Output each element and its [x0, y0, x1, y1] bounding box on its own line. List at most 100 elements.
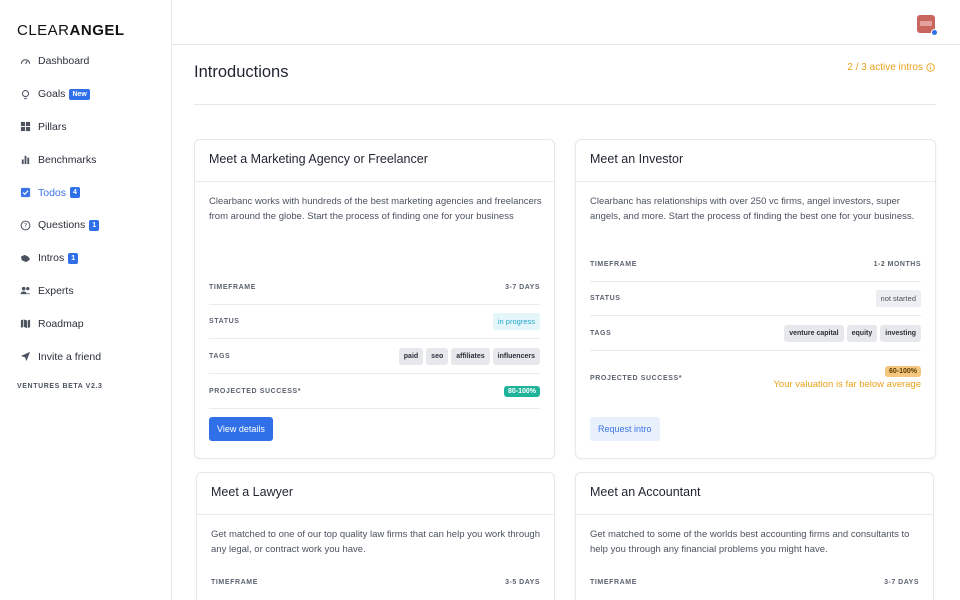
timeframe-value: 3-7 DAYS — [505, 284, 540, 291]
sidebar-item-dashboard[interactable]: Dashboard — [0, 45, 171, 78]
info-icon — [926, 63, 935, 72]
status-row: STATUS in progress — [209, 305, 540, 339]
sidebar-item-label: Invite a friend — [38, 350, 102, 363]
card-title: Meet an Accountant — [590, 485, 701, 499]
grid-icon — [20, 121, 31, 132]
tags-label: TAGS — [590, 330, 612, 337]
svg-text:?: ? — [24, 222, 27, 230]
tag: paid — [398, 348, 424, 365]
timeframe-row: TIMEFRAME 3-7 DAYS — [590, 565, 919, 599]
checkbox-icon — [20, 187, 31, 198]
tag-list: venture capital equity investing — [784, 325, 921, 342]
sidebar-item-intros[interactable]: Intros 1 — [0, 242, 171, 275]
request-intro-button[interactable]: Request intro — [590, 417, 660, 441]
sidebar-item-roadmap[interactable]: Roadmap — [0, 307, 171, 340]
sidebar-item-pillars[interactable]: Pillars — [0, 111, 171, 144]
sidebar-item-invite[interactable]: Invite a friend — [0, 340, 171, 373]
sidebar-item-benchmarks[interactable]: Benchmarks — [0, 143, 171, 176]
sidebar-item-todos[interactable]: Todos 4 — [0, 176, 171, 209]
divider — [194, 104, 936, 105]
intro-card-marketing: Meet a Marketing Agency or Freelancer Cl… — [194, 139, 555, 459]
tag: investing — [880, 325, 921, 342]
timeframe-value: 1-2 MONTHS — [873, 261, 921, 268]
sidebar-item-goals[interactable]: Goals New — [0, 78, 171, 111]
active-intros-text: 2 / 3 active intros — [847, 62, 923, 73]
projected-label: PROJECTED SUCCESS* — [590, 374, 683, 382]
card-title: Meet an Investor — [590, 152, 684, 166]
status-label: STATUS — [209, 318, 240, 325]
timeframe-row: TIMEFRAME 1-2 MONTHS — [590, 248, 921, 282]
sidebar-item-label: Experts — [38, 284, 74, 297]
timeframe-row: TIMEFRAME 3-7 DAYS — [209, 271, 540, 305]
bar-chart-icon — [20, 154, 31, 165]
send-icon — [20, 351, 31, 362]
tag: seo — [426, 348, 449, 365]
intro-card-accountant: Meet an Accountant Get matched to some o… — [575, 472, 934, 600]
sidebar-item-experts[interactable]: Experts — [0, 275, 171, 308]
sidebar-item-label: Pillars — [38, 120, 67, 133]
timeframe-label: TIMEFRAME — [209, 284, 257, 291]
card-description: Get matched to some of the worlds best a… — [590, 529, 910, 555]
intro-card-lawyer: Meet a Lawyer Get matched to one of our … — [196, 472, 555, 600]
brand-bold: ANGEL — [69, 22, 125, 39]
status-badge: not started — [875, 290, 921, 307]
tag: venture capital — [784, 325, 844, 342]
card-title: Meet a Marketing Agency or Freelancer — [209, 152, 428, 166]
sidebar-item-label: Intros — [38, 252, 65, 265]
tags-row: TAGS paid seo affiliates influencers — [209, 340, 540, 374]
count-badge: 1 — [89, 219, 100, 231]
success-badge: 80-100% — [503, 386, 540, 397]
timeframe-label: TIMEFRAME — [590, 578, 638, 586]
count-badge: 4 — [70, 187, 80, 199]
card-title: Meet a Lawyer — [211, 485, 293, 499]
sidebar: CLEARANGEL Dashboard Goals New Pillars B… — [0, 0, 172, 600]
timeframe-label: TIMEFRAME — [590, 261, 638, 268]
brand-logo[interactable]: CLEARANGEL — [17, 22, 125, 39]
divider — [576, 514, 933, 515]
sidebar-item-label: Roadmap — [38, 317, 84, 330]
active-intros-indicator[interactable]: 2 / 3 active intros — [847, 62, 935, 73]
tag: affiliates — [451, 348, 490, 365]
card-description: Clearbanc has relationships with over 25… — [590, 196, 915, 222]
question-icon: ? — [20, 220, 31, 231]
projected-row: PROJECTED SUCCESS* 60-100% Your valuatio… — [590, 352, 921, 404]
card-description: Get matched to one of our top quality la… — [211, 529, 540, 555]
tag: influencers — [492, 348, 540, 365]
timeframe-value: 3-5 DAYS — [505, 578, 540, 586]
status-badge: in progress — [492, 313, 540, 330]
sidebar-item-label: Questions — [38, 219, 86, 232]
sidebar-item-label: Goals — [38, 88, 66, 101]
avatar-image — [920, 21, 932, 26]
intro-card-investor: Meet an Investor Clearbanc has relations… — [575, 139, 936, 459]
brand-light: CLEAR — [17, 22, 70, 39]
dashboard-icon — [20, 56, 31, 67]
success-column: 60-100% Your valuation is far below aver… — [773, 366, 921, 390]
projected-label: PROJECTED SUCCESS* — [209, 388, 302, 395]
divider — [195, 181, 554, 182]
divider — [576, 181, 935, 182]
sidebar-nav: Dashboard Goals New Pillars Benchmarks T… — [0, 45, 171, 373]
success-badge: 60-100% — [884, 366, 921, 377]
sidebar-item-questions[interactable]: ? Questions 1 — [0, 209, 171, 242]
sidebar-item-label: Benchmarks — [38, 153, 97, 166]
view-details-button[interactable]: View details — [209, 417, 273, 441]
people-icon — [20, 285, 31, 296]
status-label: STATUS — [590, 295, 621, 302]
page-title: Introductions — [194, 63, 289, 81]
online-indicator — [931, 29, 938, 36]
tag-list: paid seo affiliates influencers — [398, 348, 540, 365]
timeframe-value: 3-7 DAYS — [884, 578, 919, 586]
divider — [197, 514, 554, 515]
version-label: VENTURES BETA V2.3 — [17, 383, 103, 390]
sidebar-item-label: Todos — [38, 186, 67, 199]
tag: equity — [846, 325, 878, 342]
lightbulb-icon — [20, 89, 31, 100]
count-badge: 1 — [68, 252, 79, 264]
avatar[interactable] — [917, 15, 938, 36]
projected-row: PROJECTED SUCCESS* 80-100% — [209, 375, 540, 409]
timeframe-row: TIMEFRAME 3-5 DAYS — [211, 565, 540, 599]
map-icon — [20, 318, 31, 329]
valuation-warning: Your valuation is far below average — [773, 379, 921, 390]
new-badge: New — [69, 88, 90, 100]
top-bar — [172, 0, 960, 45]
